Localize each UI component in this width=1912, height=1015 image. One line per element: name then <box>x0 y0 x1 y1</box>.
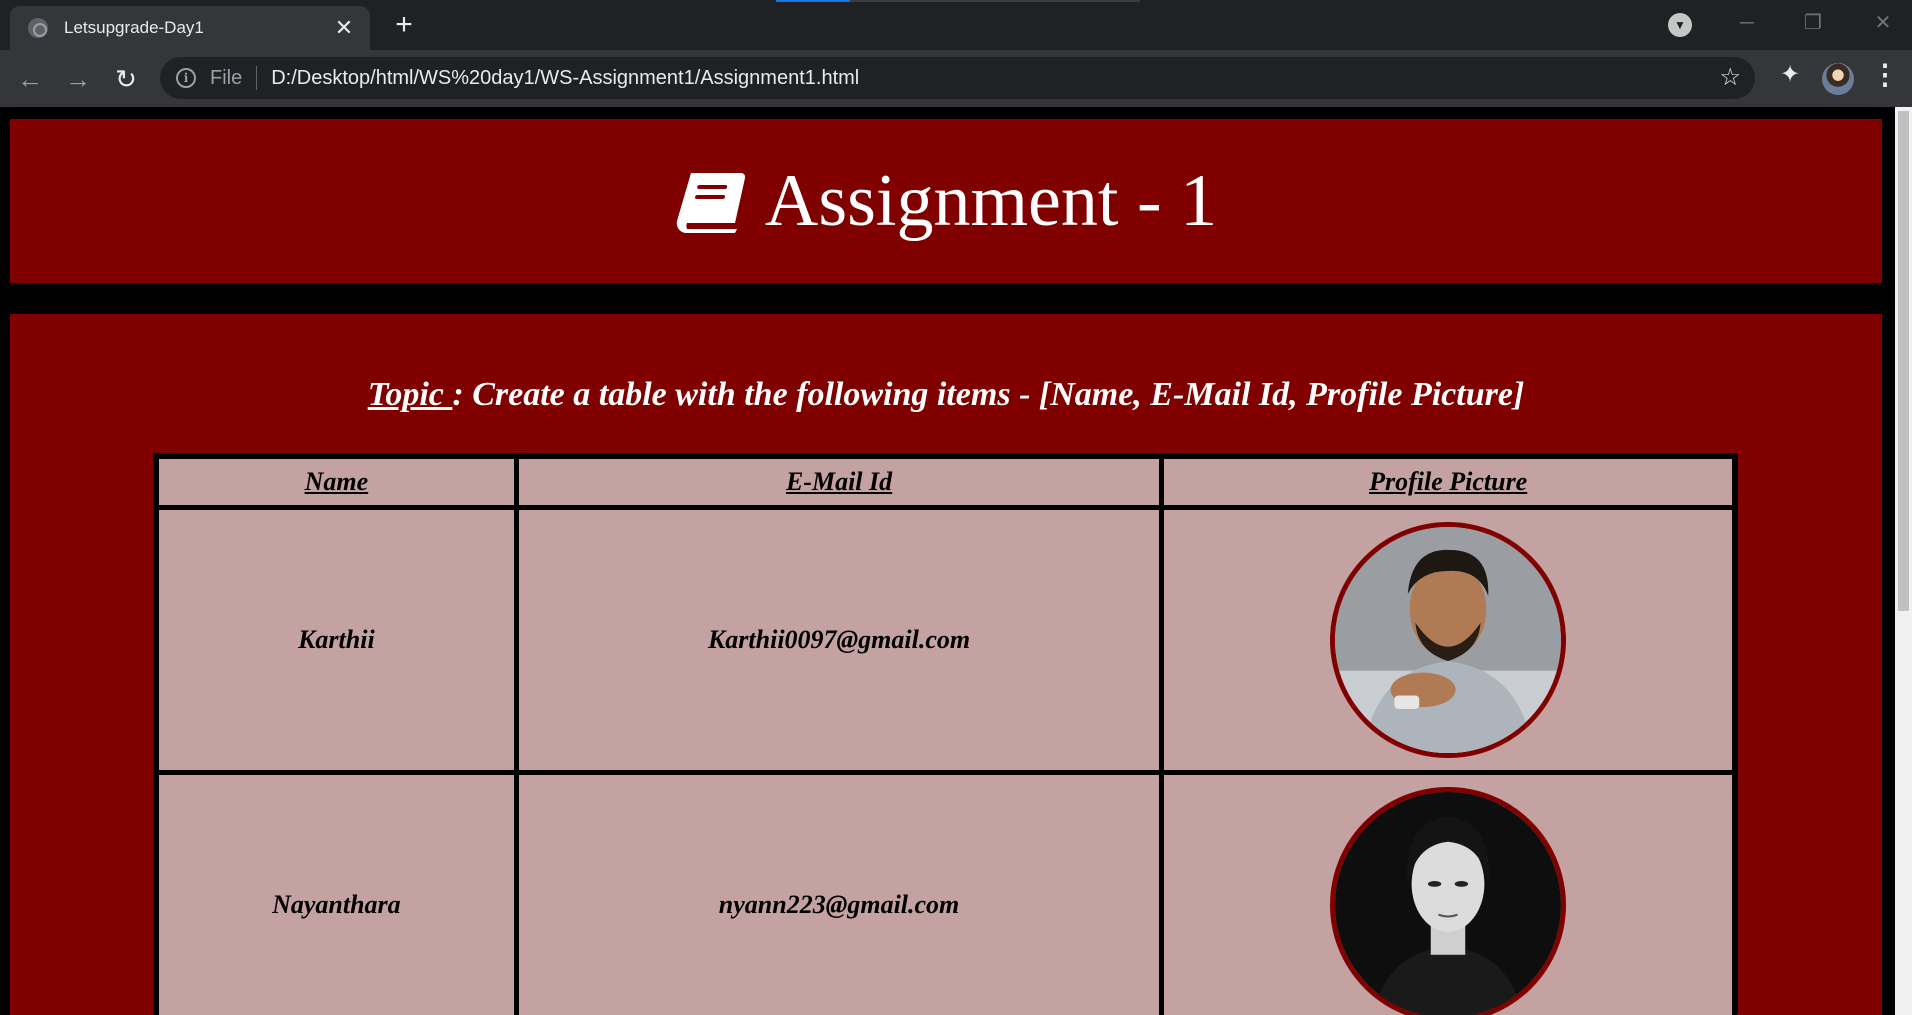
browser-tab-bar: Letsupgrade-Day1 ✕ + ▼ ─ ❐ ✕ <box>0 0 1912 50</box>
restore-button[interactable]: ❐ <box>1793 8 1833 38</box>
profile-photo-nayanthara <box>1330 787 1567 1015</box>
profile-photo-karthii <box>1330 522 1567 758</box>
profile-table: Name E-Mail Id Profile Picture Karthii K… <box>154 454 1737 1015</box>
topic-text: : Create a table with the following item… <box>452 376 1525 413</box>
table-header-row: Name E-Mail Id Profile Picture <box>159 459 1732 505</box>
close-window-button[interactable]: ✕ <box>1863 8 1903 38</box>
address-divider <box>256 66 258 90</box>
address-bar[interactable]: i File D:/Desktop/html/WS%20day1/WS-Assi… <box>160 57 1755 99</box>
reload-icon[interactable]: ↻ <box>109 62 143 96</box>
header-profile-picture: Profile Picture <box>1164 459 1732 505</box>
cell-email: nyann223@gmail.com <box>518 775 1160 1015</box>
scheme-label: File <box>210 66 243 89</box>
forward-arrow-icon[interactable]: → <box>61 62 95 96</box>
header-email: E-Mail Id <box>518 459 1160 505</box>
book-icon <box>676 172 746 233</box>
cell-name: Nayanthara <box>159 775 514 1015</box>
browser-toolbar: ← → ↻ i File D:/Desktop/html/WS%20day1/W… <box>0 50 1912 107</box>
browser-tab[interactable]: Letsupgrade-Day1 ✕ <box>10 6 370 50</box>
content-section: Topic : Create a table with the followin… <box>10 314 1882 1015</box>
tab-title: Letsupgrade-Day1 <box>64 18 204 37</box>
info-icon[interactable]: i <box>176 68 196 88</box>
vertical-scrollbar[interactable] <box>1895 107 1912 1015</box>
back-arrow-icon[interactable]: ← <box>13 62 47 96</box>
extensions-icon[interactable]: ✦ <box>1775 60 1805 90</box>
profile-avatar[interactable] <box>1822 63 1854 95</box>
page-title: Assignment - 1 <box>764 160 1218 242</box>
new-tab-button[interactable]: + <box>388 10 420 42</box>
table-row: Karthii Karthii0097@gmail.com <box>159 510 1732 770</box>
page-viewport: Assignment - 1 Topic : Create a table wi… <box>0 107 1895 1015</box>
globe-icon <box>28 18 48 38</box>
url-text[interactable]: D:/Desktop/html/WS%20day1/WS-Assignment1… <box>271 67 859 90</box>
cell-name: Karthii <box>159 510 514 770</box>
minimize-button[interactable]: ─ <box>1727 8 1767 38</box>
cell-picture <box>1164 510 1732 770</box>
cell-email: Karthii0097@gmail.com <box>518 510 1160 770</box>
topic-heading: Topic : Create a table with the followin… <box>10 376 1882 414</box>
topic-label: Topic <box>367 376 453 413</box>
table-border: Name E-Mail Id Profile Picture Karthii K… <box>153 453 1738 1015</box>
bookmark-star-icon[interactable]: ☆ <box>1719 64 1741 92</box>
table-row: Nayanthara nyann223@gmail.com <box>159 775 1732 1015</box>
cell-picture <box>1164 775 1732 1015</box>
tab-search-icon[interactable]: ▼ <box>1668 13 1692 37</box>
menu-icon[interactable]: ⋮ <box>1870 60 1900 90</box>
page-header: Assignment - 1 <box>10 119 1882 283</box>
close-tab-icon[interactable]: ✕ <box>330 14 358 42</box>
header-name: Name <box>159 459 514 505</box>
loading-indicator <box>776 0 1140 2</box>
scrollbar-thumb[interactable] <box>1898 111 1909 611</box>
